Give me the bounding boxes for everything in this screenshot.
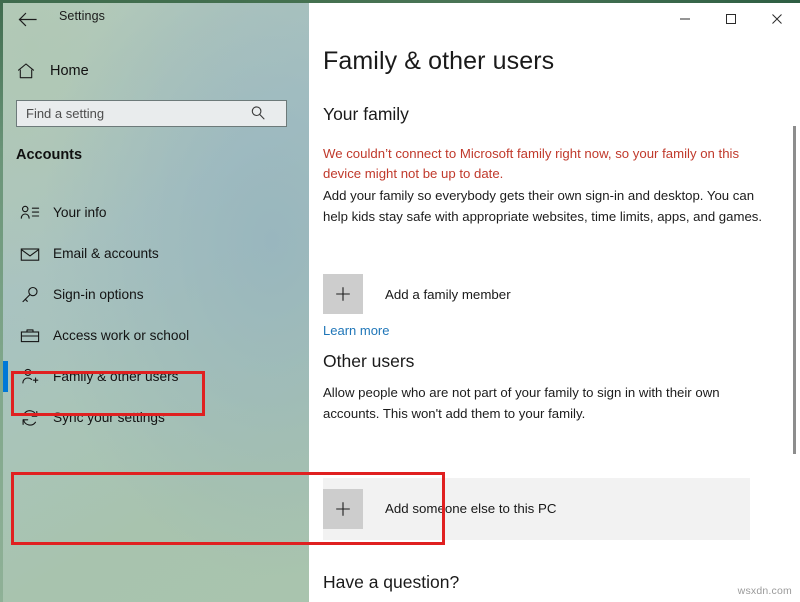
- sidebar-item-sign-in-options[interactable]: Sign-in options: [0, 274, 309, 315]
- sidebar-item-home[interactable]: Home: [16, 58, 89, 84]
- app-title: Settings: [59, 9, 105, 23]
- envelope-icon: [19, 243, 41, 265]
- sidebar-item-label-family-other-users: Family & other users: [53, 369, 179, 384]
- settings-window: Settings Home Accounts: [0, 0, 800, 602]
- window-left-border: [0, 0, 3, 602]
- search-icon[interactable]: [249, 104, 271, 124]
- search-input[interactable]: [17, 101, 249, 126]
- section-heading-have-a-question: Have a question?: [323, 572, 460, 592]
- scrollbar-thumb[interactable]: [793, 126, 796, 454]
- titlebar-left: Settings: [0, 0, 309, 38]
- sidebar-item-your-info[interactable]: Your info: [0, 192, 309, 233]
- briefcase-icon: [19, 325, 41, 347]
- page-title: Family & other users: [323, 47, 555, 75]
- plus-icon: [323, 488, 363, 529]
- sidebar-nav: Your info Email & accounts Sign-in optio…: [0, 192, 309, 438]
- sidebar-item-email-accounts[interactable]: Email & accounts: [0, 233, 309, 274]
- sidebar-item-label-access-work-school: Access work or school: [53, 328, 190, 343]
- sidebar-item-label-sync-your-settings: Sync your settings: [53, 410, 165, 425]
- close-button[interactable]: [754, 0, 800, 38]
- sidebar-item-label-sign-in-options: Sign-in options: [53, 287, 144, 302]
- family-warning-text: We couldn’t connect to Microsoft family …: [323, 146, 740, 181]
- add-family-member-label: Add a family member: [385, 286, 511, 302]
- window-controls: [662, 0, 800, 38]
- sidebar-item-label-your-info: Your info: [53, 205, 107, 220]
- add-someone-else-button[interactable]: Add someone else to this PC: [323, 481, 735, 536]
- sidebar: Settings Home Accounts: [0, 0, 309, 602]
- learn-more-link[interactable]: Learn more: [323, 323, 389, 338]
- home-icon: [16, 61, 36, 81]
- add-someone-else-label: Add someone else to this PC: [385, 501, 557, 516]
- sidebar-item-label-home: Home: [50, 63, 89, 79]
- section-heading-other-users: Other users: [323, 351, 415, 371]
- other-users-description: Allow people who are not part of your fa…: [323, 385, 720, 421]
- sidebar-item-label-email-accounts: Email & accounts: [53, 246, 159, 261]
- titlebar-right: [309, 0, 800, 38]
- minimize-button[interactable]: [662, 0, 708, 38]
- section-heading-your-family: Your family: [323, 104, 409, 124]
- person-add-icon: [19, 366, 41, 388]
- plus-icon: [323, 274, 363, 314]
- add-family-member-button[interactable]: Add a family member: [323, 274, 553, 314]
- person-info-icon: [19, 202, 41, 224]
- sidebar-item-family-other-users[interactable]: Family & other users: [0, 356, 309, 397]
- window-top-border: [0, 0, 800, 3]
- sync-icon: [19, 407, 41, 429]
- back-arrow-icon[interactable]: [13, 7, 41, 31]
- main-content: Family & other users Your family We coul…: [309, 0, 800, 602]
- maximize-button[interactable]: [708, 0, 754, 38]
- watermark: wsxdn.com: [737, 585, 792, 597]
- sidebar-item-access-work-school[interactable]: Access work or school: [0, 315, 309, 356]
- sidebar-item-sync-your-settings[interactable]: Sync your settings: [0, 397, 309, 438]
- sidebar-section-title: Accounts: [16, 147, 83, 163]
- search-box[interactable]: [16, 100, 287, 127]
- key-icon: [19, 284, 41, 306]
- family-description: Add your family so everybody gets their …: [323, 188, 763, 224]
